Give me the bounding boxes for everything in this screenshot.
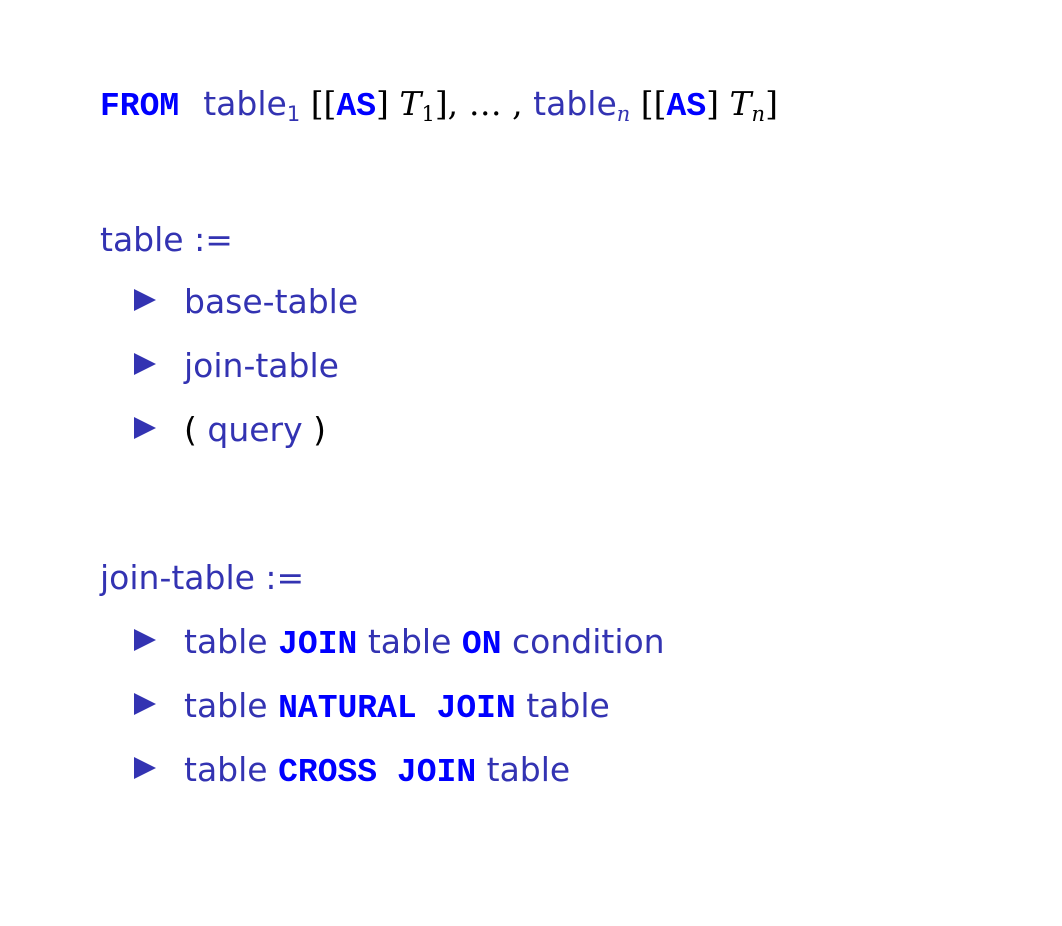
bullet-triangle-icon xyxy=(134,289,156,311)
bullet-triangle-icon xyxy=(134,417,156,439)
list-item-text: query xyxy=(207,410,303,449)
ellipsis: … , xyxy=(468,84,523,123)
operand-b: table xyxy=(526,686,610,725)
condition: condition xyxy=(512,622,665,661)
table-n-subscript: n xyxy=(616,102,631,126)
list-item-text: base-table xyxy=(184,282,359,321)
close-bracket-2b: ] xyxy=(765,84,778,123)
operand-a: table xyxy=(184,622,268,661)
keyword-on: ON xyxy=(461,626,502,663)
alias-t1-subscript: 1 xyxy=(421,102,435,126)
table-definition-heading: table := xyxy=(100,220,233,259)
list-item: table NATURAL JOIN table xyxy=(134,686,610,729)
keyword-join: JOIN xyxy=(278,626,358,663)
list-item-text: join-table xyxy=(184,346,339,385)
from-clause: FROM table1 [[AS] T1], … , tablen [[AS] T… xyxy=(100,84,778,128)
table-1-subscript: 1 xyxy=(286,102,301,126)
list-item: join-table xyxy=(134,346,339,386)
keyword-cross-join: CROSS JOIN xyxy=(278,754,477,791)
join-definition-heading: join-table := xyxy=(100,558,305,597)
close-paren: ) xyxy=(313,410,327,449)
close-bracket-1b: ], xyxy=(434,84,459,123)
list-item: table CROSS JOIN table xyxy=(134,750,570,793)
bullet-triangle-icon xyxy=(134,629,156,651)
close-bracket-1a: ] xyxy=(376,84,389,123)
list-item: base-table xyxy=(134,282,358,322)
operand-a: table xyxy=(184,750,268,789)
bullet-triangle-icon xyxy=(134,757,156,779)
alias-t1: T xyxy=(399,84,422,123)
keyword-as-1: AS xyxy=(336,88,377,125)
slide: FROM table1 [[AS] T1], … , tablen [[AS] T… xyxy=(0,0,1062,926)
keyword-as-2: AS xyxy=(666,88,707,125)
operand-b: table xyxy=(486,750,571,789)
bullet-triangle-icon xyxy=(134,353,156,375)
bullet-triangle-icon xyxy=(134,693,156,715)
keyword-from: FROM xyxy=(100,88,180,125)
open-bracket-2: [[ xyxy=(640,84,667,123)
table-n: table xyxy=(533,84,617,123)
open-paren: ( xyxy=(184,410,197,449)
list-item: table JOIN table ON condition xyxy=(134,622,665,665)
operand-b: table xyxy=(367,622,452,661)
alias-tn: T xyxy=(729,84,752,123)
close-bracket-2a: ] xyxy=(706,84,720,123)
table-1: table xyxy=(203,84,287,123)
open-bracket-1: [[ xyxy=(310,84,337,123)
keyword-natural-join: NATURAL JOIN xyxy=(278,690,516,727)
list-item: ( query ) xyxy=(134,410,326,450)
operand-a: table xyxy=(184,686,268,725)
alias-tn-subscript: n xyxy=(751,102,766,126)
